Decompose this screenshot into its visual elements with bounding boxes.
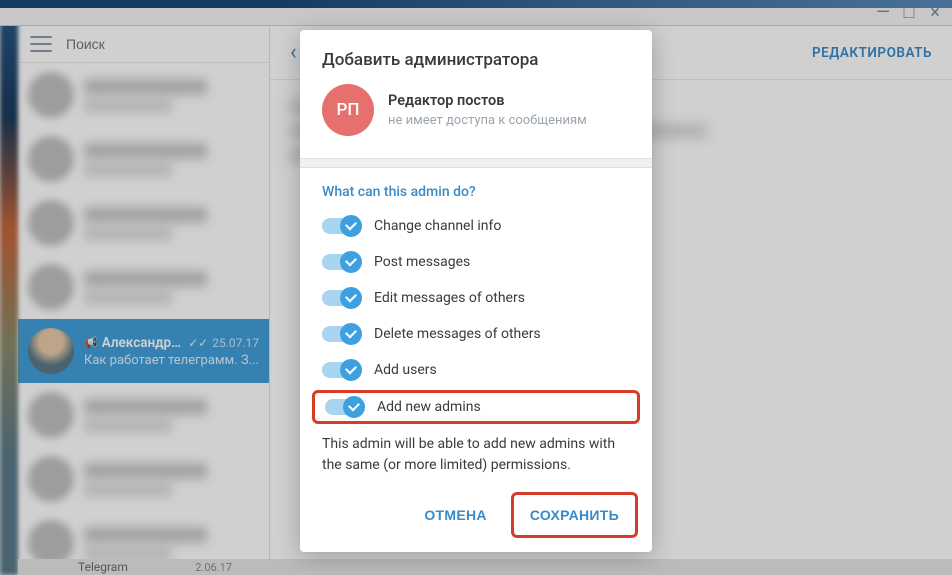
dialog-footer: ОТМЕНА СОХРАНИТЬ xyxy=(300,482,652,552)
perm-row-post-messages: Post messages xyxy=(322,254,630,270)
admin-avatar: РП xyxy=(322,84,374,136)
perm-row-delete-messages: Delete messages of others xyxy=(322,326,630,342)
perm-row-change-info: Change channel info xyxy=(322,218,630,234)
toggle-add-new-admins[interactable] xyxy=(325,399,363,415)
toggle-edit-messages[interactable] xyxy=(322,290,360,306)
perm-label: Add new admins xyxy=(377,399,481,415)
dialog-body: What can this admin do? Change channel i… xyxy=(300,168,652,482)
toggle-post-messages[interactable] xyxy=(322,254,360,270)
perm-label: Change channel info xyxy=(374,218,501,234)
perm-row-edit-messages: Edit messages of others xyxy=(322,290,630,306)
perm-label: Edit messages of others xyxy=(374,290,525,306)
perm-label: Add users xyxy=(374,362,437,378)
perm-label: Delete messages of others xyxy=(374,326,541,342)
permissions-section-label: What can this admin do? xyxy=(322,184,630,200)
highlight-add-new-admins: Add new admins xyxy=(312,390,640,424)
dialog-title: Добавить администратора xyxy=(300,30,652,84)
admin-status: не имеет доступа к сообщениям xyxy=(388,113,587,128)
add-admin-dialog: Добавить администратора РП Редактор пост… xyxy=(300,30,652,552)
admin-info-row: РП Редактор постов не имеет доступа к со… xyxy=(300,84,652,158)
permission-note: This admin will be able to add new admin… xyxy=(322,434,630,476)
toggle-change-info[interactable] xyxy=(322,218,360,234)
save-button[interactable]: СОХРАНИТЬ xyxy=(516,499,633,531)
toggle-delete-messages[interactable] xyxy=(322,326,360,342)
modal-overlay[interactable]: Добавить администратора РП Редактор пост… xyxy=(0,0,952,575)
cancel-button[interactable]: ОТМЕНА xyxy=(410,492,500,538)
admin-name: Редактор постов xyxy=(388,92,587,109)
toggle-add-users[interactable] xyxy=(322,362,360,378)
perm-row-add-users: Add users xyxy=(322,362,630,378)
perm-label: Post messages xyxy=(374,254,470,270)
dialog-separator xyxy=(300,158,652,168)
highlight-save: СОХРАНИТЬ xyxy=(511,492,638,538)
